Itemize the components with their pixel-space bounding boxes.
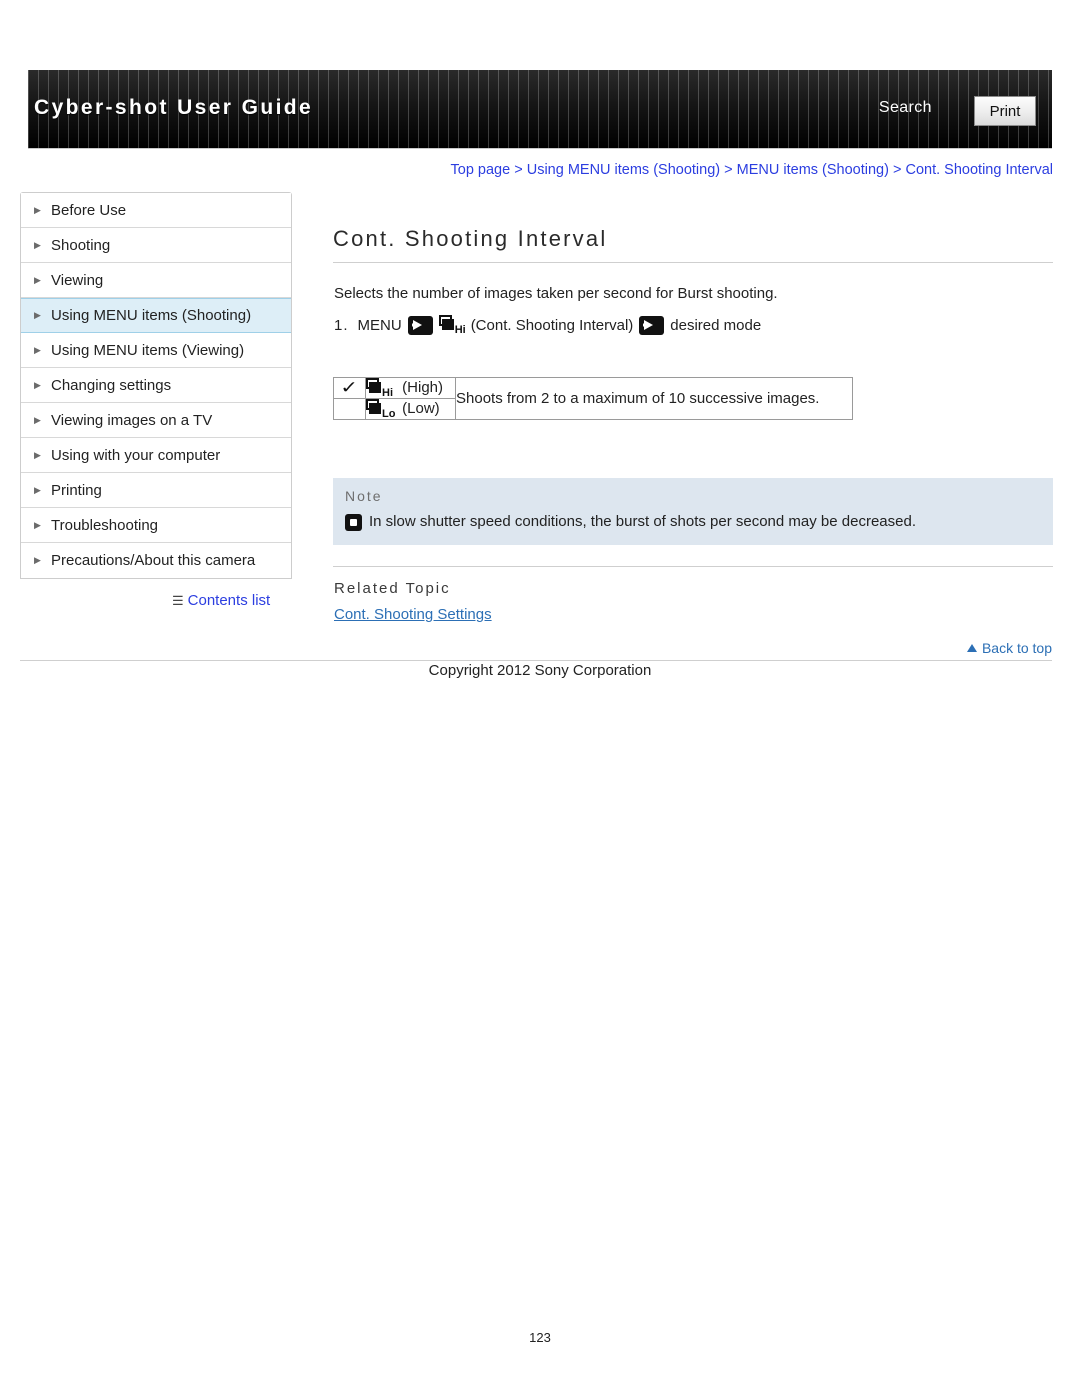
intro-text: Selects the number of images taken per s… (334, 285, 778, 302)
arrow-right-icon (639, 315, 665, 335)
option-description-cell: Shoots from 2 to a maximum of 10 success… (455, 377, 853, 420)
sidebar-item-before-use[interactable]: ▶ Before Use (21, 193, 291, 228)
sidebar-item-viewing-images-on-a-tv[interactable]: ▶ Viewing images on a TV (21, 403, 291, 438)
step-item-label: (Cont. Shooting Interval) (470, 316, 634, 334)
triangle-right-icon: ▶ (34, 204, 41, 215)
sidebar-item-changing-settings[interactable]: ▶ Changing settings (21, 368, 291, 403)
contents-list-label: Contents list (187, 592, 271, 609)
sidebar-nav: ▶ Before Use ▶ Shooting ▶ Viewing ▶ Usin… (20, 192, 292, 579)
sidebar-item-using-with-your-computer[interactable]: ▶ Using with your computer (21, 438, 291, 473)
breadcrumb-item-current: Cont. Shooting Interval (905, 162, 1053, 178)
footer-divider (20, 660, 1052, 661)
triangle-right-icon: ▶ (34, 274, 41, 285)
sidebar-item-using-menu-items-viewing[interactable]: ▶ Using MENU items (Viewing) (21, 333, 291, 368)
sidebar-item-label: Viewing images on a TV (51, 411, 213, 429)
sidebar-item-using-menu-items-shooting[interactable]: ▶ Using MENU items (Shooting) (21, 298, 291, 333)
table-row: ✓ Hi (High) Shoots from 2 to a maximum o… (333, 377, 853, 420)
contents-list-link[interactable]: ☰ Contents list (172, 592, 270, 609)
related-divider (333, 566, 1053, 567)
note-text: In slow shutter speed conditions, the bu… (369, 513, 916, 530)
checkmark-icon: ✓ (340, 378, 359, 397)
option-check-cell (333, 398, 366, 420)
sidebar-item-label: Troubleshooting (51, 516, 159, 534)
back-to-top-label: Back to top (981, 640, 1052, 656)
page-root: Cyber-shot User Guide Search Print Top p… (0, 0, 1080, 1397)
burst-hi-icon: Hi (366, 378, 396, 399)
burst-hi-icon: Hi (438, 315, 469, 336)
page-title: Cont. Shooting Interval (333, 226, 608, 251)
sidebar-item-shooting[interactable]: ▶ Shooting (21, 228, 291, 263)
triangle-right-icon: ▶ (34, 414, 41, 425)
site-brand: Cyber-shot User Guide (34, 96, 314, 119)
sidebar-item-label: Using MENU items (Shooting) (51, 307, 252, 324)
triangle-right-icon: ▶ (34, 239, 41, 250)
note-bullet-icon (345, 514, 362, 531)
sidebar-item-troubleshooting[interactable]: ▶ Troubleshooting (21, 508, 291, 543)
sidebar-item-label: Shooting (51, 236, 111, 254)
option-label-cell: Hi (High) (365, 377, 456, 399)
triangle-right-icon: ▶ (34, 344, 41, 355)
step-menu-label: MENU (357, 316, 402, 334)
triangle-right-icon: ▶ (34, 484, 41, 495)
note-box: Note In slow shutter speed conditions, t… (333, 478, 1053, 545)
breadcrumb-separator: > (892, 162, 902, 178)
arrow-right-icon (407, 315, 433, 335)
step-tail-label: desired mode (670, 316, 762, 334)
sidebar-item-label: Using with your computer (51, 446, 221, 464)
burst-icon-tag: Lo (382, 408, 396, 420)
triangle-right-icon: ▶ (34, 519, 41, 530)
search-button[interactable]: Search (879, 99, 932, 117)
step-number: 1. (334, 316, 349, 334)
sidebar-item-label: Printing (51, 481, 102, 499)
sidebar-item-precautions-about-this-camera[interactable]: ▶ Precautions/About this camera (21, 543, 291, 578)
option-label-cell: Lo (Low) (365, 398, 456, 420)
site-header: Cyber-shot User Guide Search Print (28, 70, 1052, 148)
triangle-right-icon: ▶ (34, 310, 41, 320)
triangle-right-icon: ▶ (34, 555, 41, 565)
option-label: (High) (402, 378, 444, 396)
options-table: ✓ Hi (High) Shoots from 2 to a maximum o… (333, 377, 853, 420)
sidebar-item-label: Changing settings (51, 376, 172, 394)
related-topic-link[interactable]: Cont. Shooting Settings (334, 606, 492, 623)
breadcrumb-item-menu-items-shooting[interactable]: MENU items (Shooting) (737, 162, 889, 178)
breadcrumb-item-using-menu-shooting[interactable]: Using MENU items (Shooting) (527, 162, 720, 178)
back-to-top-link[interactable]: Back to top (966, 640, 1052, 656)
header-divider (28, 148, 1052, 149)
copyright-text: Copyright 2012 Sony Corporation (428, 662, 652, 679)
triangle-up-icon (966, 644, 977, 652)
sidebar-item-label: Precautions/About this camera (51, 552, 256, 569)
list-icon: ☰ (172, 592, 184, 608)
sidebar-item-viewing[interactable]: ▶ Viewing (21, 263, 291, 298)
note-title: Note (345, 488, 383, 504)
breadcrumb-item-top[interactable]: Top page (451, 162, 511, 178)
title-divider (333, 262, 1053, 263)
page-number: 123 (529, 1330, 551, 1345)
triangle-right-icon: ▶ (34, 449, 41, 460)
print-button[interactable]: Print (974, 96, 1036, 126)
sidebar-item-label: Using MENU items (Viewing) (51, 341, 245, 359)
breadcrumb-separator: > (514, 162, 523, 178)
burst-icon-tag: Hi (382, 387, 393, 399)
option-label: (Low) (402, 399, 440, 417)
sidebar-item-label: Viewing (51, 271, 104, 289)
breadcrumb-separator: > (724, 162, 733, 178)
step-instruction: 1. MENU Hi (Cont. Shooting Interval) des… (334, 315, 762, 336)
triangle-right-icon: ▶ (34, 379, 41, 390)
burst-icon-tag: Hi (454, 324, 466, 336)
option-check-cell: ✓ (333, 377, 366, 399)
breadcrumb: Top page > Using MENU items (Shooting) >… (333, 162, 1053, 178)
sidebar-item-printing[interactable]: ▶ Printing (21, 473, 291, 508)
burst-lo-icon: Lo (366, 399, 396, 420)
sidebar-item-label: Before Use (51, 201, 127, 219)
note-line: In slow shutter speed conditions, the bu… (345, 513, 1041, 531)
related-topic-title: Related Topic (334, 580, 451, 597)
